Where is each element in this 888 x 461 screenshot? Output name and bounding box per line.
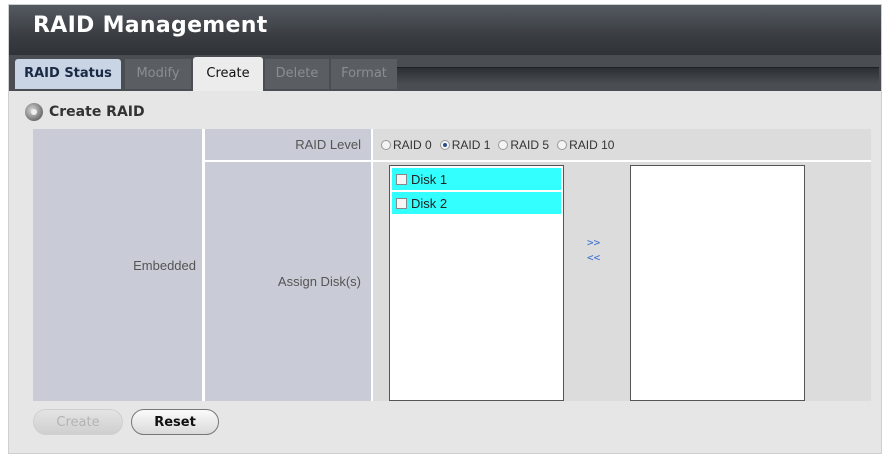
tab-raid-status[interactable]: RAID Status	[15, 59, 121, 89]
radio-raid-10[interactable]: RAID 10	[557, 138, 614, 152]
radio-button-icon	[557, 139, 568, 150]
assign-disks-label: Assign Disk(s)	[205, 162, 371, 401]
raid-level-options: RAID 0 RAID 1 RAID 5 RAID 10	[373, 129, 871, 160]
title-bar: RAID Management	[9, 5, 881, 55]
reset-button[interactable]: Reset	[131, 409, 219, 435]
radio-button-icon	[498, 139, 509, 150]
radio-raid-1[interactable]: RAID 1	[439, 137, 491, 152]
radio-label: RAID 1	[451, 137, 491, 152]
move-buttons: >> <<	[587, 236, 600, 264]
disk-label: Disk 1	[411, 171, 448, 187]
available-disks-list[interactable]: Disk 1 Disk 2	[389, 165, 564, 401]
embedded-label: Embedded	[33, 129, 203, 401]
create-raid-form: Embedded RAID Level RAID 0 RAID 1 RAID 5…	[33, 129, 871, 401]
radio-label: RAID 5	[510, 137, 550, 152]
raid-management-window: RAID Management RAID Status Modify Creat…	[8, 4, 882, 454]
radio-label: RAID 0	[393, 137, 432, 152]
radio-raid-5[interactable]: RAID 5	[498, 138, 549, 152]
create-button[interactable]: Create	[33, 409, 123, 435]
disk-item-1[interactable]: Disk 1	[392, 168, 561, 190]
radio-button-icon	[381, 139, 391, 150]
page-title: RAID Management	[33, 13, 268, 38]
remove-disk-button[interactable]: <<	[587, 251, 600, 264]
tab-format[interactable]: Format	[331, 59, 397, 89]
tab-bar: RAID Status Modify Create Delete Format	[9, 55, 881, 91]
add-disk-button[interactable]: >>	[587, 236, 600, 249]
section-title: Create RAID	[49, 104, 145, 120]
tab-track	[397, 67, 879, 84]
tab-create[interactable]: Create	[193, 57, 263, 91]
radio-label: RAID 10	[569, 137, 615, 152]
tab-delete[interactable]: Delete	[265, 59, 329, 89]
assign-disks-panel: Disk 1 Disk 2 >> <<	[373, 162, 871, 401]
disk-label: Disk 2	[411, 195, 448, 211]
disk-icon	[25, 103, 43, 121]
radio-button-selected-icon	[439, 139, 450, 150]
checkbox-icon[interactable]	[396, 173, 407, 185]
section-header: Create RAID	[25, 101, 145, 123]
radio-raid-0[interactable]: RAID 0	[381, 138, 432, 152]
disk-item-2[interactable]: Disk 2	[392, 192, 561, 214]
raid-level-label: RAID Level	[205, 129, 371, 160]
checkbox-icon[interactable]	[396, 197, 407, 209]
tab-modify[interactable]: Modify	[125, 59, 191, 89]
assigned-disks-list[interactable]	[630, 165, 805, 401]
